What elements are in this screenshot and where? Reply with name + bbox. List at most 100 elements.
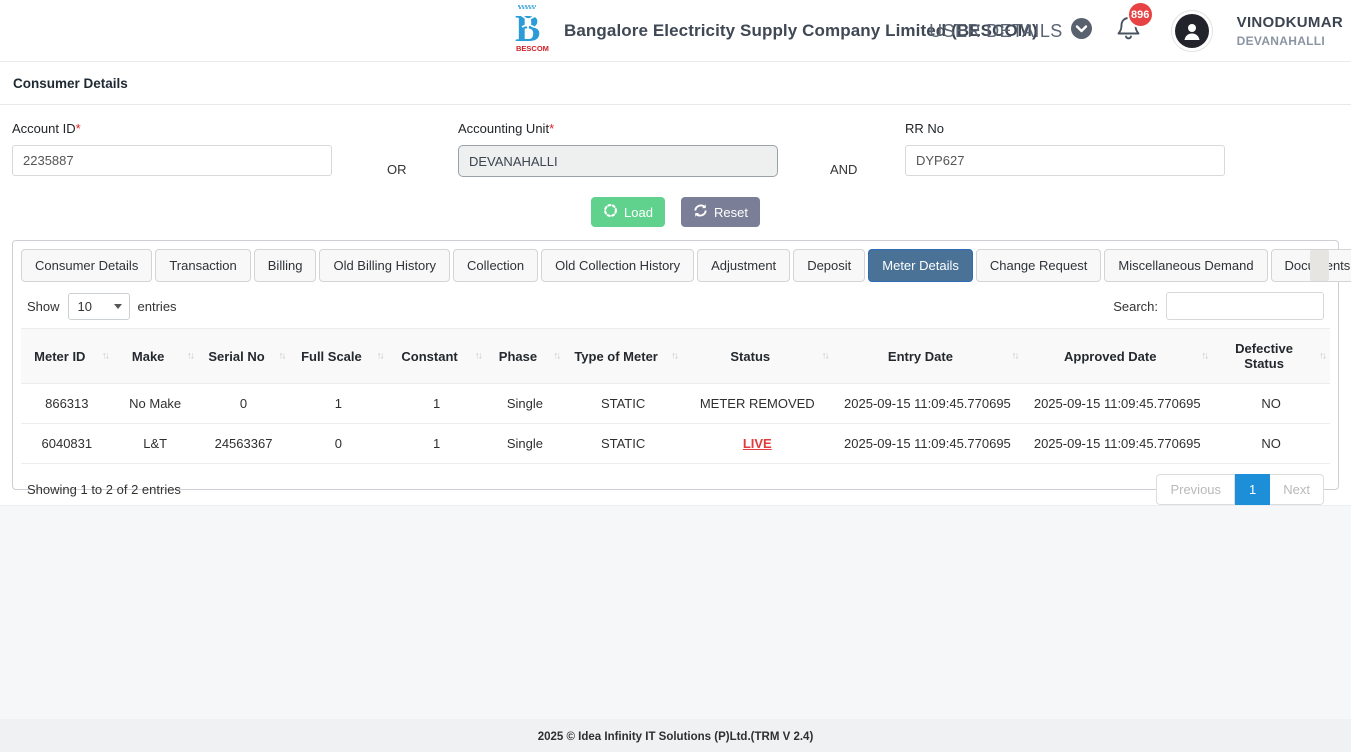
meter-details-table: Meter ID↑↓Make↑↓Serial No↑↓Full Scale↑↓C… xyxy=(21,328,1330,464)
cell-type-of-meter: STATIC xyxy=(564,384,682,424)
cell-full-scale: 0 xyxy=(289,424,387,464)
rr-no-field[interactable] xyxy=(905,145,1225,176)
cell-defective-status: NO xyxy=(1212,384,1330,424)
cell-status: METER REMOVED xyxy=(682,384,833,424)
cell-defective-status: NO xyxy=(1212,424,1330,464)
column-header-phase[interactable]: Phase ↑↓ xyxy=(486,329,565,384)
column-header-approved-date[interactable]: Approved Date↑↓ xyxy=(1022,329,1212,384)
table-body: 866313No Make011SingleSTATICMETER REMOVE… xyxy=(21,384,1330,464)
or-separator: OR xyxy=(387,162,407,177)
account-id-group: Account ID* xyxy=(12,121,332,176)
table-search-input[interactable] xyxy=(1166,292,1324,320)
column-header-serial-no[interactable]: Serial No↑↓ xyxy=(198,329,290,384)
search-label: Search: xyxy=(1113,299,1158,314)
page-1-button[interactable]: 1 xyxy=(1235,474,1270,505)
column-header-entry-date[interactable]: Entry Date ↑↓ xyxy=(833,329,1023,384)
cell-serial-no: 0 xyxy=(198,384,290,424)
sort-icon: ↑↓ xyxy=(278,351,284,362)
rr-no-label: RR No xyxy=(905,121,1225,136)
account-id-label: Account ID* xyxy=(12,121,332,136)
tab-billing[interactable]: Billing xyxy=(254,249,317,282)
column-header-type-of-meter[interactable]: Type of Meter ↑↓ xyxy=(564,329,682,384)
consumer-details-card: Consumer DetailsTransactionBillingOld Bi… xyxy=(12,240,1339,490)
table-row: 6040831L&T2456336701SingleSTATICLIVE2025… xyxy=(21,424,1330,464)
cell-approved-date: 2025-09-15 11:09:45.770695 xyxy=(1022,424,1212,464)
search-control: Search: xyxy=(1113,292,1324,320)
table-controls: Show 10 entries Search: xyxy=(21,292,1330,320)
tab-collection[interactable]: Collection xyxy=(453,249,538,282)
rr-no-group: RR No xyxy=(905,121,1225,176)
bescom-logo-icon: B BESCOM xyxy=(514,5,552,58)
show-label: Show xyxy=(27,299,60,314)
tab-change-request[interactable]: Change Request xyxy=(976,249,1102,282)
cell-constant: 1 xyxy=(388,424,486,464)
account-id-field[interactable] xyxy=(12,145,332,176)
copyright-text: 2025 © Idea Infinity IT Solutions (P)Ltd… xyxy=(538,731,814,743)
notifications-button[interactable]: 896 xyxy=(1116,15,1141,47)
tab-old-billing-history[interactable]: Old Billing History xyxy=(319,249,450,282)
column-header-constant[interactable]: Constant↑↓ xyxy=(388,329,486,384)
user-details-menu[interactable]: USER DETAILS xyxy=(929,18,1092,44)
column-label: Make xyxy=(132,349,165,364)
column-label: Type of Meter xyxy=(574,349,658,364)
page-size-select[interactable]: 10 xyxy=(68,293,130,320)
content-background: 2025 © Idea Infinity IT Solutions (P)Ltd… xyxy=(0,505,1351,752)
sort-icon: ↑↓ xyxy=(102,351,108,362)
tab-miscellaneous-demand[interactable]: Miscellaneous Demand xyxy=(1104,249,1267,282)
column-label: Status xyxy=(730,349,770,364)
cell-entry-date: 2025-09-15 11:09:45.770695 xyxy=(833,424,1023,464)
tab-old-collection-history[interactable]: Old Collection History xyxy=(541,249,694,282)
page-title: Consumer Details xyxy=(13,76,128,91)
person-icon xyxy=(1175,14,1209,48)
column-label: Phase xyxy=(499,349,537,364)
notification-count-badge: 896 xyxy=(1127,1,1154,28)
column-header-status[interactable]: Status↑↓ xyxy=(682,329,833,384)
consumer-search-form: Account ID* OR Accounting Unit* DEVANAHA… xyxy=(0,105,1351,240)
cell-status: LIVE xyxy=(682,424,833,464)
page-size-control: Show 10 entries xyxy=(27,293,177,320)
column-label: Meter ID xyxy=(34,349,85,364)
table-head: Meter ID↑↓Make↑↓Serial No↑↓Full Scale↑↓C… xyxy=(21,329,1330,384)
status-live-link[interactable]: LIVE xyxy=(743,436,772,451)
tab-strip: Consumer DetailsTransactionBillingOld Bi… xyxy=(21,249,1330,282)
accounting-unit-label: Accounting Unit* xyxy=(458,121,778,136)
accounting-unit-select[interactable]: DEVANAHALLI xyxy=(458,145,778,177)
previous-page-button[interactable]: Previous xyxy=(1156,474,1235,505)
cell-approved-date: 2025-09-15 11:09:45.770695 xyxy=(1022,384,1212,424)
tab-strip-scrollbar[interactable] xyxy=(1310,250,1329,281)
chevron-down-circle-icon xyxy=(1071,18,1092,44)
tab-adjustment[interactable]: Adjustment xyxy=(697,249,790,282)
footer: 2025 © Idea Infinity IT Solutions (P)Ltd… xyxy=(0,719,1351,752)
table-footer: Showing 1 to 2 of 2 entries Previous 1 N… xyxy=(21,474,1330,505)
column-header-defective-status[interactable]: Defective Status↑↓ xyxy=(1212,329,1330,384)
sort-icon: ↑↓ xyxy=(671,351,677,362)
page-title-bar: Consumer Details xyxy=(0,62,1351,105)
reset-button[interactable]: Reset xyxy=(681,197,760,227)
next-page-button[interactable]: Next xyxy=(1270,474,1324,505)
load-button[interactable]: Load xyxy=(591,197,665,227)
svg-text:BESCOM: BESCOM xyxy=(516,44,549,53)
tab-meter-details[interactable]: Meter Details xyxy=(868,249,973,282)
lower-area: 2025 © Idea Infinity IT Solutions (P)Ltd… xyxy=(0,490,1351,752)
required-asterisk: * xyxy=(76,121,81,136)
tab-consumer-details[interactable]: Consumer Details xyxy=(21,249,152,282)
user-identity: VINODKUMAR DEVANAHALLI xyxy=(1237,14,1347,48)
column-header-full-scale[interactable]: Full Scale↑↓ xyxy=(289,329,387,384)
tab-transaction[interactable]: Transaction xyxy=(155,249,250,282)
column-header-make[interactable]: Make↑↓ xyxy=(113,329,198,384)
column-label: Entry Date xyxy=(888,349,953,364)
sort-icon: ↑↓ xyxy=(1011,351,1017,362)
cell-full-scale: 1 xyxy=(289,384,387,424)
app-header: B BESCOM Bangalore Electricity Supply Co… xyxy=(0,0,1351,62)
tab-deposit[interactable]: Deposit xyxy=(793,249,865,282)
spinner-icon xyxy=(603,203,618,221)
sort-icon: ↑↓ xyxy=(553,351,559,362)
sort-icon: ↑↓ xyxy=(475,351,481,362)
column-header-meter-id[interactable]: Meter ID ↑↓ xyxy=(21,329,113,384)
sort-icon: ↑↓ xyxy=(1201,351,1207,362)
cell-serial-no: 24563367 xyxy=(198,424,290,464)
user-details-label: USER DETAILS xyxy=(929,21,1063,42)
user-avatar[interactable] xyxy=(1171,10,1213,52)
refresh-icon xyxy=(693,203,708,221)
page-size-select-wrap: 10 xyxy=(68,293,130,320)
